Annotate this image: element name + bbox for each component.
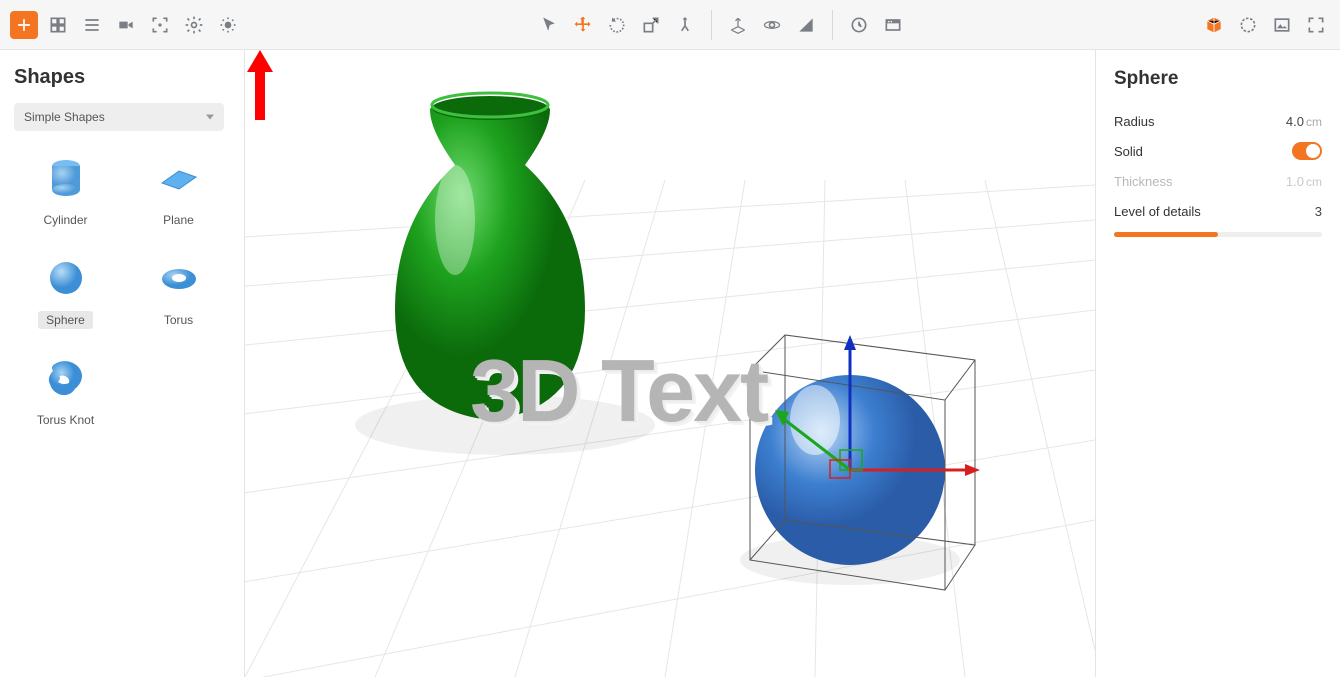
focus-icon (150, 15, 170, 35)
lod-label: Level of details (1114, 204, 1201, 219)
history-icon (849, 15, 869, 35)
add-button[interactable] (10, 11, 38, 39)
image-icon (1272, 15, 1292, 35)
move-icon (573, 15, 593, 35)
render-button[interactable] (879, 11, 907, 39)
cursor-icon (539, 15, 559, 35)
lod-row: Level of details 3 (1114, 196, 1322, 226)
scale-icon (641, 15, 661, 35)
shape-sphere[interactable]: Sphere (14, 253, 117, 329)
torus-icon (154, 253, 204, 303)
select-tool[interactable] (535, 11, 563, 39)
thickness-label: Thickness (1114, 174, 1173, 189)
main-toolbar (0, 0, 1340, 50)
shapes-panel: Shapes Simple Shapes Cylinder Plane Sphe… (0, 50, 245, 677)
camera-icon (116, 15, 136, 35)
shape-label: Torus Knot (29, 411, 102, 429)
3d-viewport[interactable]: 3D Text (245, 50, 1095, 677)
sphere-icon (41, 253, 91, 303)
shape-label: Torus (156, 311, 201, 329)
list-icon (82, 15, 102, 35)
list-button[interactable] (78, 11, 106, 39)
radius-label: Radius (1114, 114, 1154, 129)
history-button[interactable] (845, 11, 873, 39)
cube-icon (1204, 15, 1224, 35)
orbit-icon (762, 15, 782, 35)
torus-knot-icon (41, 353, 91, 403)
screenshot-button[interactable] (1268, 11, 1296, 39)
layout-button[interactable] (44, 11, 72, 39)
callout-arrow-icon (245, 50, 275, 120)
view-wire-button[interactable] (1234, 11, 1262, 39)
settings-button[interactable] (180, 11, 208, 39)
view-3d-button[interactable] (1200, 11, 1228, 39)
shape-label: Cylinder (35, 211, 95, 229)
solid-label: Solid (1114, 144, 1143, 159)
orbit-button[interactable] (758, 11, 786, 39)
lod-slider[interactable] (1114, 232, 1322, 237)
pivot-tool[interactable] (671, 11, 699, 39)
shape-category-select[interactable]: Simple Shapes (14, 103, 224, 131)
thickness-row: Thickness 1.0cm (1114, 166, 1322, 196)
radius-value: 4.0cm (1286, 114, 1322, 129)
scale-tool[interactable] (637, 11, 665, 39)
cylinder-icon (41, 153, 91, 203)
shape-label: Sphere (38, 311, 93, 329)
rotate-tool[interactable] (603, 11, 631, 39)
gear-icon (184, 15, 204, 35)
pivot-icon (675, 15, 695, 35)
circle-icon (1238, 15, 1258, 35)
plane-icon (154, 153, 204, 203)
shape-torus[interactable]: Torus (127, 253, 230, 329)
material-button[interactable] (792, 11, 820, 39)
fullscreen-button[interactable] (1302, 11, 1330, 39)
rotate-icon (607, 15, 627, 35)
camera-button[interactable] (112, 11, 140, 39)
snap-button[interactable] (724, 11, 752, 39)
properties-title: Sphere (1114, 68, 1322, 90)
shape-plane[interactable]: Plane (127, 153, 230, 229)
shape-label: Plane (155, 211, 202, 229)
snap-icon (728, 15, 748, 35)
properties-panel: Sphere Radius 4.0cm Solid Thickness 1.0c… (1095, 50, 1340, 677)
move-tool[interactable] (569, 11, 597, 39)
lighting-button[interactable] (214, 11, 242, 39)
lod-value: 3 (1315, 204, 1322, 219)
radius-row[interactable]: Radius 4.0cm (1114, 106, 1322, 136)
shape-torus-knot[interactable]: Torus Knot (14, 353, 117, 429)
solid-row: Solid (1114, 136, 1322, 166)
focus-button[interactable] (146, 11, 174, 39)
plus-icon (14, 15, 34, 35)
layout-icon (48, 15, 68, 35)
light-icon (218, 15, 238, 35)
shape-cylinder[interactable]: Cylinder (14, 153, 117, 229)
3d-text-object[interactable]: 3D Text (470, 340, 767, 442)
fullscreen-icon (1306, 15, 1326, 35)
material-icon (796, 15, 816, 35)
thickness-value: 1.0cm (1286, 174, 1322, 189)
shapes-title: Shapes (14, 66, 230, 89)
render-icon (883, 15, 903, 35)
solid-toggle[interactable] (1292, 142, 1322, 160)
